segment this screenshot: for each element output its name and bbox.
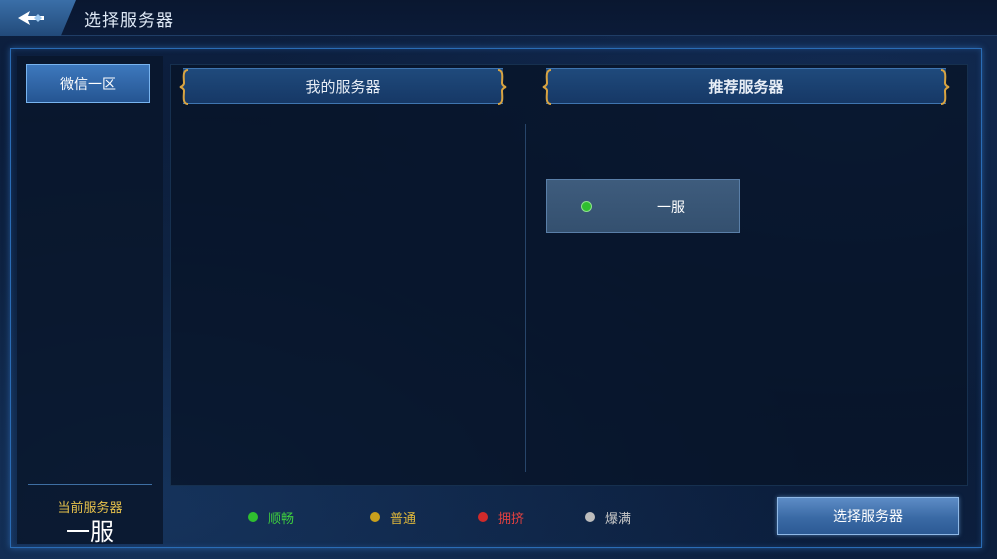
- page-title: 选择服务器: [84, 11, 174, 31]
- tab-recommended-label: 推荐服务器: [708, 77, 784, 96]
- server-list-panel: [170, 64, 968, 486]
- legend-label: 普通: [390, 511, 417, 527]
- back-arrow-icon: [18, 11, 44, 25]
- legend-label: 爆满: [605, 511, 632, 527]
- tab-recommended-servers[interactable]: 推荐服务器: [542, 68, 950, 105]
- legend-dot-icon: [478, 512, 488, 522]
- legend-item-normal: 普通: [370, 508, 417, 527]
- legend-dot-icon: [370, 512, 380, 522]
- server-card[interactable]: 一服: [546, 179, 740, 233]
- legend-item-crowded: 拥挤: [478, 508, 525, 527]
- status-dot-icon: [581, 201, 592, 212]
- top-bar: 选择服务器: [0, 0, 997, 36]
- tab-my-servers[interactable]: 我的服务器: [179, 68, 507, 105]
- legend-item-full: 爆满: [585, 508, 632, 527]
- tab-my-servers-label: 我的服务器: [305, 77, 381, 96]
- legend-item-smooth: 顺畅: [248, 508, 295, 527]
- bracket-left-icon: [542, 69, 552, 105]
- legend-dot-icon: [585, 512, 595, 522]
- current-server-value: 一服: [66, 518, 114, 546]
- zone-button-wechat-1[interactable]: 微信一区: [26, 64, 150, 103]
- legend-dot-icon: [248, 512, 258, 522]
- bracket-left-icon: [179, 69, 189, 105]
- select-server-button[interactable]: 选择服务器: [777, 497, 959, 535]
- bracket-right-icon: [497, 69, 507, 105]
- back-button[interactable]: [0, 0, 76, 36]
- bracket-right-icon: [940, 69, 950, 105]
- legend-label: 顺畅: [268, 511, 295, 527]
- column-divider: [525, 124, 526, 472]
- legend-label: 拥挤: [498, 511, 525, 527]
- sidebar: 微信一区 当前服务器 一服: [17, 56, 163, 546]
- server-name: 一服: [657, 200, 685, 216]
- divider: [28, 484, 152, 485]
